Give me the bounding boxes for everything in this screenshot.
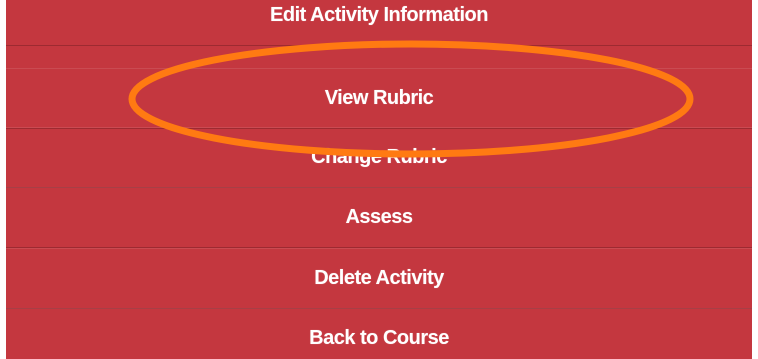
menu-item-label: Edit Activity Information (270, 3, 488, 26)
view-rubric-button[interactable]: View Rubric (0, 68, 758, 129)
activity-actions-menu: Edit Activity Information View Rubric Ch… (0, 0, 758, 359)
menu-item-label: Change Rubric (311, 145, 447, 168)
screenshot-stage: Edit Activity Information View Rubric Ch… (0, 0, 758, 359)
change-rubric-button[interactable]: Change Rubric (0, 127, 758, 188)
delete-activity-button[interactable]: Delete Activity (0, 248, 758, 309)
left-gutter (0, 0, 6, 359)
edit-activity-information-button[interactable]: Edit Activity Information (0, 0, 758, 46)
menu-item-label: Delete Activity (314, 266, 444, 289)
menu-item-label: Assess (345, 205, 413, 228)
right-gutter (752, 0, 758, 359)
back-to-course-button[interactable]: Back to Course (0, 308, 758, 359)
assess-button[interactable]: Assess (0, 187, 758, 248)
menu-item-label: Back to Course (309, 326, 449, 349)
menu-item-label: View Rubric (324, 86, 434, 109)
